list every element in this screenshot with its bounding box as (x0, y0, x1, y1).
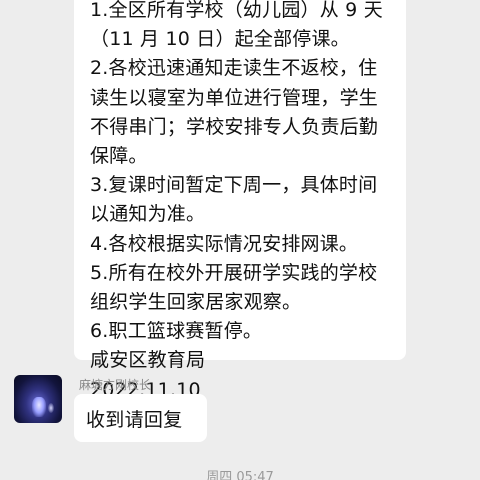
message-line: 组织学生回家居家观察。 (90, 291, 302, 314)
message-line: （11 月 10 日）起全部停课。 (90, 28, 350, 51)
message-line: 咸安区教育局 (90, 349, 206, 372)
avatar-image-highlight (32, 397, 46, 417)
message-line: 4.各校根据实际情况安排网课。 (90, 232, 359, 255)
message-line: 1.全区所有学校（幼儿园）从 9 天 (90, 0, 383, 21)
message-line: 不得串门；学校安排专人负责后勤 (90, 115, 379, 138)
avatar-image-spot (48, 403, 54, 413)
message-bubble-reply[interactable]: 收到请回复 (74, 394, 207, 442)
message-bubble-notice[interactable]: 1.全区所有学校（幼儿园）从 9 天 （11 月 10 日）起全部停课。 2.各… (74, 0, 406, 401)
sender-name: 麻塘方刚校长 (79, 378, 152, 392)
reply-text: 收到请回复 (86, 408, 183, 431)
chat-window: 1.全区所有学校（幼儿园）从 9 天 （11 月 10 日）起全部停课。 2.各… (0, 0, 480, 480)
message-line: 3.复课时间暂定下周一，具体时间 (90, 174, 378, 197)
message-line: 2.各校迅速通知走读生不返校，住 (90, 57, 378, 80)
message-line: 读生以寝室为单位进行管理，学生 (90, 86, 379, 109)
message-line: 5.所有在校外开展研学实践的学校 (90, 261, 378, 284)
message-line: 以通知为准。 (90, 203, 206, 226)
message-timestamp: 周四 05:47 (206, 470, 274, 480)
message-line: 6.职工篮球赛暂停。 (90, 320, 263, 343)
avatar[interactable] (14, 375, 62, 423)
message-line: 保障。 (90, 145, 148, 168)
